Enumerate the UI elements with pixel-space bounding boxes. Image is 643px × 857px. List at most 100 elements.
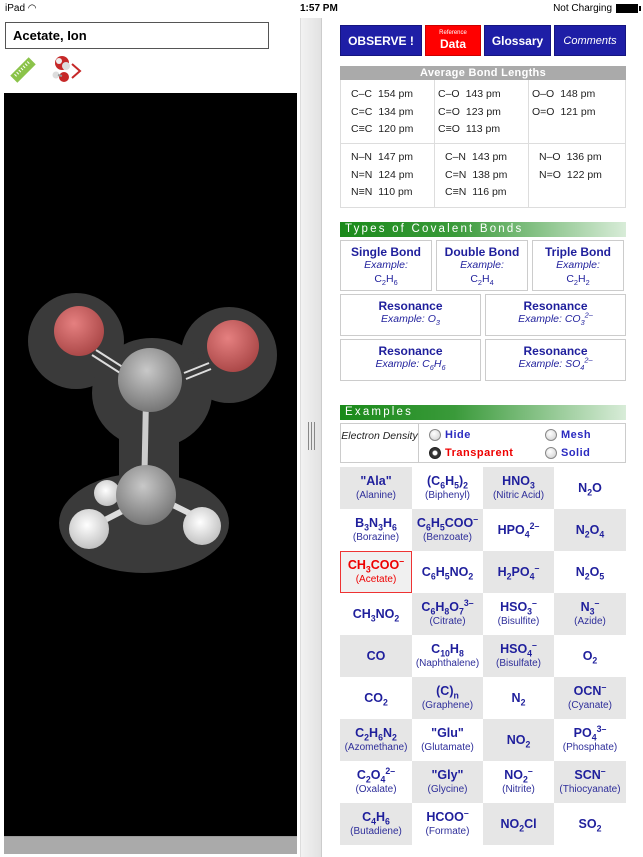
example-molecule-button[interactable]: CO2 [340, 677, 412, 719]
bond-type: N=O [539, 168, 561, 181]
example-molecule-button[interactable]: SO2 [554, 803, 626, 845]
bond-type: C≡O [438, 123, 460, 135]
bond-type-card[interactable]: Resonance Example: O3 [340, 294, 481, 336]
bond-type: C=C [351, 105, 373, 118]
example-molecule-button[interactable]: NO2Cl [483, 803, 554, 845]
example-molecule-button[interactable]: H2PO4– [483, 551, 554, 593]
viewer-footer-bar [4, 836, 297, 854]
molecule-name: (Acetate) [355, 574, 397, 585]
molecule-name: (Glutamate) [421, 742, 474, 753]
example-molecule-button[interactable]: (C6H5)2 (Biphenyl) [412, 467, 483, 509]
ruler-icon[interactable] [8, 55, 38, 90]
example-molecule-button[interactable]: C4H6 (Butadiene) [340, 803, 412, 845]
bond-length-value: 138 pm [472, 168, 508, 181]
example-molecule-button[interactable]: N3– (Azide) [554, 593, 626, 635]
radio-hide[interactable]: Hide [429, 426, 545, 444]
comments-button[interactable]: Comments [554, 25, 626, 56]
covalent-bonds-title: Types of Covalent Bonds [340, 222, 626, 237]
example-molecule-button[interactable]: CH3NO2 [340, 593, 412, 635]
bond-length-entry: O–O 148 pm [532, 86, 625, 104]
molecule-3d-viewer[interactable] [4, 93, 297, 836]
bond-type: C≡N [445, 186, 467, 198]
example-molecule-button[interactable]: HNO3 (Nitric Acid) [483, 467, 554, 509]
molecule-toggle-icon[interactable] [50, 53, 84, 92]
example-molecule-button[interactable]: HSO4– (Bisulfate) [483, 635, 554, 677]
radio-transparent[interactable]: Transparent [429, 444, 545, 462]
bond-length-value: 120 pm [378, 123, 414, 135]
radio-label: Mesh [561, 429, 592, 441]
bond-length-value: 113 pm [465, 123, 501, 135]
bond-lengths-table: Average Bond Lengths C–C 154 pm C=C 134 pm C… [340, 66, 626, 208]
molecule-formula: H2PO4– [497, 562, 540, 581]
radio-unselected-icon[interactable] [545, 429, 557, 441]
battery-text: Not Charging [553, 3, 612, 14]
example-molecule-button[interactable]: HSO3– (Bisulfite) [483, 593, 554, 635]
molecule-name-field[interactable] [5, 22, 269, 49]
radio-selected-icon[interactable] [429, 447, 441, 459]
bond-type-card[interactable]: Resonance Example: SO42– [485, 339, 626, 381]
bond-length-entry: N=O 122 pm [539, 167, 625, 185]
example-molecule-button[interactable]: CO [340, 635, 412, 677]
example-molecule-button[interactable]: N2O5 [554, 551, 626, 593]
radio-mesh[interactable]: Mesh [545, 426, 625, 444]
example-molecule-button[interactable]: N2O4 [554, 509, 626, 551]
example-molecule-button[interactable]: OCN– (Cyanate) [554, 677, 626, 719]
reference-data-button[interactable]: Reference Data [425, 25, 481, 56]
observe-button[interactable]: OBSERVE ! [340, 25, 422, 56]
bond-type-card[interactable]: Triple Bond Example: C2H2 [532, 240, 624, 291]
molecule-name: (Graphene) [421, 700, 474, 711]
example-molecule-button[interactable]: (C)n (Graphene) [412, 677, 483, 719]
bond-type-card[interactable]: Resonance Example: CO32– [485, 294, 626, 336]
example-molecule-button[interactable]: HPO42– [483, 509, 554, 551]
example-molecule-button[interactable]: N2O [554, 467, 626, 509]
example-molecule-button[interactable]: C2H6N2 (Azomethane) [340, 719, 412, 761]
bond-type-example: Example: C6H6 [375, 358, 446, 373]
radio-unselected-icon[interactable] [545, 447, 557, 459]
glossary-button[interactable]: Glossary [484, 25, 551, 56]
example-molecule-button[interactable]: NO2– (Nitrite) [483, 761, 554, 803]
example-molecule-button[interactable]: "Ala" (Alanine) [340, 467, 412, 509]
example-molecule-button[interactable]: C10H8 (Naphthalene) [412, 635, 483, 677]
example-formula: C2H6 [374, 273, 398, 288]
example-molecule-button[interactable]: HCOO– (Formate) [412, 803, 483, 845]
bond-type: C=N [445, 168, 467, 181]
bond-type: C=O [438, 105, 460, 118]
example-molecule-button[interactable]: C6H5COO– (Benzoate) [412, 509, 483, 551]
bond-type: N≡N [351, 186, 373, 198]
bond-length-cell: N–N 147 pm N=N 124 pm N≡N 110 pm [341, 143, 435, 207]
example-molecule-button[interactable]: C2O42– (Oxalate) [340, 761, 412, 803]
bond-type: N=N [351, 168, 373, 181]
molecule-formula: C6H5COO– [416, 513, 479, 533]
bond-type: N–N [351, 151, 373, 163]
drag-handle-icon[interactable] [308, 422, 316, 450]
example-formula: C2H2 [566, 273, 590, 288]
split-view-divider[interactable] [300, 18, 322, 857]
bond-type-card[interactable]: Single Bond Example: C2H6 [340, 240, 432, 291]
molecule-name: (Alanine) [355, 490, 397, 501]
example-molecule-button[interactable]: B3N3H6 (Borazine) [340, 509, 412, 551]
molecule-formula: C10H8 [431, 642, 464, 659]
molecule-name: (Nitrite) [502, 784, 535, 795]
example-molecule-button[interactable]: CH3COO– (Acetate) [340, 551, 412, 593]
example-molecule-button[interactable]: N2 [483, 677, 554, 719]
example-molecule-button[interactable]: NO2 [483, 719, 554, 761]
example-molecule-button[interactable]: "Glu" (Glutamate) [412, 719, 483, 761]
molecule-formula: (C6H5)2 [426, 474, 469, 491]
example-molecule-button[interactable]: SCN– (Thiocyanate) [554, 761, 626, 803]
example-molecule-button[interactable]: C6H8O73– (Citrate) [412, 593, 483, 635]
example-molecule-button[interactable]: PO43– (Phosphate) [554, 719, 626, 761]
bond-length-value: 134 pm [378, 105, 414, 118]
example-molecule-button[interactable]: "Gly" (Glycine) [412, 761, 483, 803]
bond-type-card[interactable]: Double Bond Example: C2H4 [436, 240, 528, 291]
molecule-formula: NO2 [506, 732, 531, 749]
molecule-formula: N2 [511, 690, 526, 707]
example-molecule-button[interactable]: C6H5NO2 [412, 551, 483, 593]
bond-type-example: Example: CO32– [518, 310, 593, 328]
radio-unselected-icon[interactable] [429, 429, 441, 441]
molecule-formula: HNO3 [502, 474, 535, 491]
radio-solid[interactable]: Solid [545, 444, 625, 462]
example-molecule-button[interactable]: O2 [554, 635, 626, 677]
molecule-formula: OCN– [573, 681, 607, 698]
bond-type: C≡C [351, 123, 373, 135]
bond-type-card[interactable]: Resonance Example: C6H6 [340, 339, 481, 381]
